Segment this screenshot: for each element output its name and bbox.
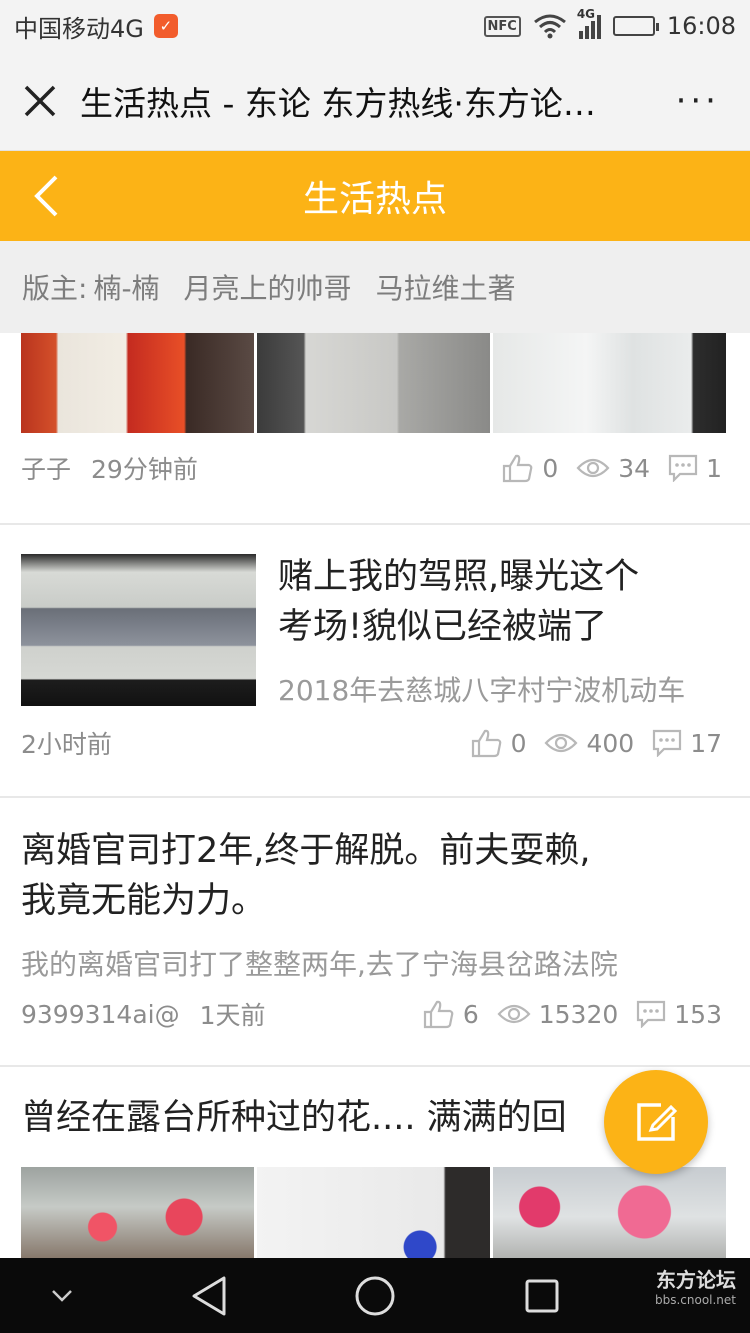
- new-post-button[interactable]: [604, 1070, 708, 1174]
- post-author[interactable]: 子子: [21, 450, 71, 486]
- clock: 16:08: [666, 12, 736, 40]
- watermark-url: bbs.cnool.net: [654, 1293, 736, 1307]
- post-meta: 子子 29分钟前 0 34 1: [21, 450, 722, 486]
- post-image: [257, 333, 490, 433]
- nfc-icon: NFC: [483, 15, 521, 37]
- like-count-value: 0: [510, 728, 527, 758]
- moderator-link[interactable]: 月亮上的帅哥: [184, 267, 352, 307]
- post-author[interactable]: 9399314ai@: [21, 1000, 180, 1029]
- post-title[interactable]: 曾经在露台所种过的花.... 满满的回: [21, 1093, 567, 1143]
- post-item[interactable]: 赌上我的驾照,曝光这个 考场!貌似已经被端了 2018年去慈城八字村宁波机动车 …: [0, 525, 750, 798]
- webview-title-bar: 生活热点 - 东论 东方热线·东方论… ···: [0, 52, 750, 151]
- post-image: [257, 1167, 490, 1258]
- like-icon: [471, 729, 501, 758]
- view-icon: [497, 1004, 531, 1024]
- view-count: 15320: [497, 999, 619, 1029]
- like-count[interactable]: 6: [423, 999, 479, 1029]
- comment-count[interactable]: 17: [652, 729, 722, 758]
- view-icon: [576, 458, 610, 478]
- post-item[interactable]: 子子 29分钟前 0 34 1: [0, 333, 750, 525]
- wifi-icon: [533, 14, 566, 39]
- post-title[interactable]: 赌上我的驾照,曝光这个 考场!貌似已经被端了: [278, 552, 639, 652]
- moderator-link[interactable]: 楠-楠: [93, 267, 159, 307]
- more-button[interactable]: ···: [676, 81, 720, 121]
- post-item[interactable]: 离婚官司打2年,终于解脱。前夫耍赖, 我竟无能为力。 我的离婚官司打了整整两年,…: [0, 798, 750, 1067]
- site-watermark: 东方论坛 bbs.cnool.net: [655, 1264, 736, 1307]
- page-title: 生活热点 - 东论 东方热线·东方论…: [80, 84, 596, 123]
- comment-count-value: 153: [674, 999, 722, 1029]
- like-icon: [503, 454, 533, 483]
- like-count-value: 0: [542, 453, 559, 483]
- forum-title: 生活热点: [302, 179, 447, 220]
- signal-icon: 4G: [577, 7, 601, 39]
- system-nav-bar: 东方论坛 bbs.cnool.net: [0, 1258, 750, 1333]
- carrier-label: 中国移动4G: [14, 14, 144, 43]
- like-count-value: 6: [462, 999, 479, 1029]
- comment-icon: [637, 1000, 666, 1028]
- status-bar: 中国移动4G ✓ NFC 4G 16:08: [0, 0, 750, 52]
- forum-header: 生活热点: [0, 151, 750, 241]
- comment-count[interactable]: 1: [668, 454, 722, 483]
- post-time: 1天前: [199, 1001, 266, 1030]
- post-title[interactable]: 离婚官司打2年,终于解脱。前夫耍赖, 我竟无能为力。: [21, 826, 591, 926]
- post-time: 29分钟前: [91, 455, 198, 484]
- view-count: 400: [544, 729, 634, 758]
- view-count-value: 15320: [538, 999, 619, 1029]
- comment-count[interactable]: 153: [636, 1000, 722, 1029]
- battery-icon: [612, 16, 659, 36]
- post-thumbnail: [21, 554, 256, 706]
- post-image-row: [21, 1167, 726, 1258]
- close-icon: [24, 85, 56, 117]
- comment-count-value: 17: [690, 728, 722, 758]
- post-title-line: 我竟无能为力。: [21, 881, 267, 921]
- edit-icon: [637, 1103, 678, 1141]
- network-type-label: 4G: [576, 7, 596, 21]
- post-meta: 9399314ai@ 1天前 6 15320 153: [21, 996, 722, 1032]
- like-count[interactable]: 0: [502, 453, 558, 483]
- like-icon: [423, 1000, 454, 1029]
- post-excerpt: 我的离婚官司打了整整两年,去了宁海县岔路法院: [21, 948, 618, 981]
- comment-icon: [668, 454, 698, 482]
- moderators-bar: 版主: 楠-楠 月亮上的帅哥 马拉维土著: [0, 241, 750, 333]
- post-excerpt: 2018年去慈城八字村宁波机动车: [278, 674, 686, 707]
- nav-down-icon: [52, 1289, 72, 1302]
- nav-back-button[interactable]: [180, 1258, 240, 1333]
- post-image: [493, 333, 726, 433]
- app-notification-icon: ✓: [153, 14, 178, 38]
- view-icon: [544, 733, 578, 753]
- view-count-value: 400: [586, 728, 635, 758]
- post-title-line: 离婚官司打2年,终于解脱。前夫耍赖,: [21, 831, 591, 871]
- post-time: 2小时前: [21, 730, 112, 759]
- post-image-row: [21, 333, 726, 433]
- close-button[interactable]: [0, 52, 80, 150]
- post-image: [21, 333, 254, 433]
- back-icon: [34, 175, 58, 217]
- nav-recent-icon: [525, 1279, 559, 1312]
- view-count: 34: [576, 454, 650, 483]
- post-image: [21, 1167, 254, 1258]
- nav-home-button[interactable]: [345, 1258, 405, 1333]
- comment-count-value: 1: [706, 453, 722, 483]
- nav-down-button[interactable]: [36, 1258, 88, 1333]
- nav-back-icon: [192, 1276, 226, 1315]
- post-meta: 2小时前 0 400 17: [21, 725, 722, 761]
- moderator-link[interactable]: 马拉维土著: [376, 267, 516, 307]
- more-icon: ···: [675, 81, 720, 121]
- post-title-line: 考场!貌似已经被端了: [278, 607, 608, 647]
- nav-home-icon: [355, 1276, 395, 1315]
- like-count[interactable]: 0: [471, 728, 527, 758]
- post-image: [493, 1167, 726, 1258]
- nav-recent-button[interactable]: [512, 1258, 572, 1333]
- view-count-value: 34: [618, 453, 651, 483]
- back-button[interactable]: [22, 165, 72, 227]
- post-title-line: 赌上我的驾照,曝光这个: [278, 557, 640, 597]
- moderators-label: 版主:: [22, 272, 88, 305]
- comment-icon: [653, 729, 682, 757]
- watermark-brand: 东方论坛: [656, 1268, 736, 1292]
